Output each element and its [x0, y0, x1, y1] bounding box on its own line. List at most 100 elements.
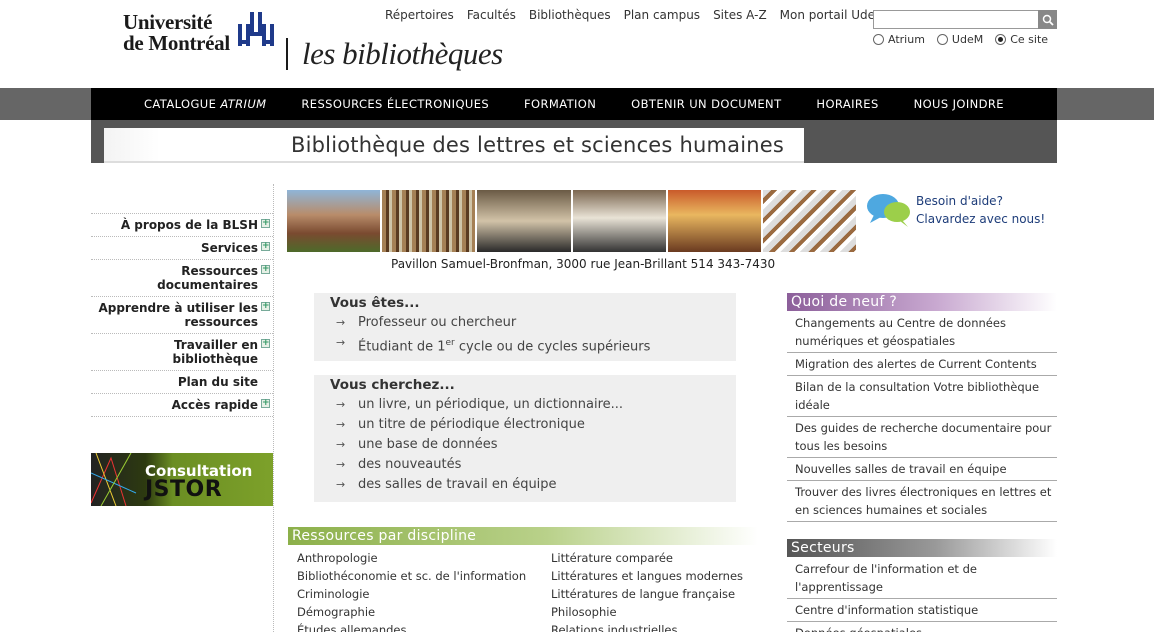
link-salles[interactable]: des salles de travail en équipe [330, 475, 736, 495]
sidebar-item-ressources[interactable]: Ressources documentaires + [91, 260, 273, 297]
nav-catalogue-atrium: ATRIUM [220, 97, 267, 111]
sidebar-item-plan-site[interactable]: Plan du site [91, 371, 273, 394]
help-line1[interactable]: Besoin d'aide? [916, 192, 1045, 210]
radio-icon [873, 34, 884, 45]
news-list: Changements au Centre de données numériq… [787, 312, 1057, 522]
sidebar-item-label: Plan du site [177, 375, 258, 389]
discipline-link[interactable]: Démographie [297, 603, 526, 621]
nav-horaires[interactable]: HORAIRES [816, 97, 878, 111]
etudiant-sup: er [445, 338, 455, 348]
photo-stacks [382, 190, 476, 252]
secteur-item[interactable]: Carrefour de l'information et de l'appre… [787, 558, 1057, 599]
page-title: Bibliothèque des lettres et sciences hum… [291, 133, 784, 157]
radio-icon [936, 34, 948, 45]
discipline-link[interactable]: Bibliothéconomie et sc. de l'information [297, 567, 526, 585]
logo-line2: de Montréal [123, 31, 230, 55]
news-item[interactable]: Changements au Centre de données numériq… [787, 312, 1057, 353]
sidebar-item-apprendre[interactable]: Apprendre à utiliser les ressources + [91, 297, 273, 334]
expand-icon[interactable]: + [261, 302, 270, 311]
jstor-decoration-icon [91, 453, 137, 506]
link-etudiant[interactable]: Étudiant de 1er cycle ou de cycles supér… [330, 333, 736, 357]
secteur-item[interactable]: Centre d'information statistique [787, 599, 1057, 622]
discipline-link[interactable]: Anthropologie [297, 549, 526, 567]
news-item[interactable]: Trouver des livres électroniques en lett… [787, 481, 1057, 522]
sidebar-item-label: Accès rapide [171, 398, 258, 412]
sidebar-item-acces-rapide[interactable]: Accès rapide + [91, 394, 273, 417]
help-line2[interactable]: Clavardez avec nous! [916, 210, 1045, 228]
nav-nous-joindre[interactable]: NOUS JOINDRE [914, 97, 1004, 111]
scope-udem[interactable]: UdeM [936, 33, 983, 46]
column-divider [273, 184, 274, 632]
news-item[interactable]: Migration des alertes de Current Content… [787, 353, 1057, 376]
nav-formation[interactable]: FORMATION [524, 97, 596, 111]
photo-student [477, 190, 571, 252]
toplink-bibliotheques[interactable]: Bibliothèques [529, 8, 611, 22]
toplink-repertoires[interactable]: Répertoires [385, 8, 454, 22]
link-professeur[interactable]: Professeur ou chercheur [330, 313, 736, 333]
search-scope: Atrium UdeM Ce site [873, 33, 1048, 46]
news-item[interactable]: Des guides de recherche documentaire pou… [787, 417, 1057, 458]
sidebar-item-label: Services [200, 241, 258, 255]
toplink-mon-portail[interactable]: Mon portail UdeM [780, 8, 886, 22]
main-nav: CATALOGUE ATRIUM RESSOURCES ÉLECTRONIQUE… [91, 88, 1057, 120]
photo-caption: Pavillon Samuel-Bronfman, 3000 rue Jean-… [391, 257, 776, 271]
expand-icon[interactable]: + [261, 399, 270, 408]
toplink-facultes[interactable]: Facultés [467, 8, 516, 22]
etudiant-suffix: cycle ou de cycles supérieurs [454, 339, 651, 355]
search-button[interactable] [1038, 10, 1057, 29]
scope-atrium-label: Atrium [888, 33, 925, 46]
expand-icon[interactable]: + [261, 219, 270, 228]
discipline-link[interactable]: Littérature comparée [551, 549, 743, 567]
scope-ce-site[interactable]: Ce site [995, 33, 1048, 46]
etudiant-prefix: Étudiant de 1 [358, 339, 446, 355]
nav-catalogue[interactable]: CATALOGUE ATRIUM [144, 97, 267, 111]
discipline-link[interactable]: Relations industrielles [551, 621, 743, 632]
chat-bubbles-icon [867, 194, 910, 227]
news-item[interactable]: Bilan de la consultation Votre bibliothè… [787, 376, 1057, 417]
link-nouveautes[interactable]: des nouveautés [330, 455, 736, 475]
sidebar-item-label: Apprendre à utiliser les ressources [98, 301, 258, 329]
nav-catalogue-prefix: CATALOGUE [144, 97, 221, 111]
sidebar-item-services[interactable]: Services + [91, 237, 273, 260]
news-heading: Quoi de neuf ? [787, 293, 1057, 311]
news-item[interactable]: Nouvelles salles de travail en équipe [787, 458, 1057, 481]
jstor-line2: JSTOR [145, 477, 223, 502]
sidebar-item-label: Ressources documentaires [157, 264, 258, 292]
secteurs-heading: Secteurs [787, 539, 1057, 557]
sidebar-item-travailler[interactable]: Travailler en bibliothèque + [91, 334, 273, 371]
disciplines-col2: Littérature comparée Littératures et lan… [551, 549, 743, 632]
sidebar-item-a-propos[interactable]: À propos de la BLSH + [91, 213, 273, 237]
udem-logo-icon [238, 12, 274, 46]
discipline-link[interactable]: Études allemandes [297, 621, 526, 632]
photo-atrium [762, 190, 857, 252]
scope-atrium[interactable]: Atrium [873, 33, 925, 46]
photo-strip [287, 190, 857, 252]
logo-separator [286, 38, 288, 70]
search-input[interactable] [873, 10, 1057, 29]
expand-icon[interactable]: + [261, 242, 270, 251]
discipline-link[interactable]: Philosophie [551, 603, 743, 621]
expand-icon[interactable]: + [261, 265, 270, 274]
secteur-item[interactable]: Données géospatiales [787, 622, 1057, 632]
expand-icon[interactable]: + [261, 339, 270, 348]
vous-etes-box: Vous êtes... Professeur ou chercheur Étu… [314, 293, 736, 361]
photo-building [287, 190, 381, 252]
left-sidebar: À propos de la BLSH + Services + Ressource… [91, 213, 273, 417]
toplink-plan-campus[interactable]: Plan campus [624, 8, 700, 22]
jstor-banner[interactable]: Consultation JSTOR [91, 453, 273, 506]
secteurs-list: Carrefour de l'information et de l'appre… [787, 558, 1057, 632]
link-base-donnees[interactable]: une base de données [330, 435, 736, 455]
discipline-link[interactable]: Littératures de langue française [551, 585, 743, 603]
udem-logo-text[interactable]: Université de Montréal [123, 12, 230, 54]
link-livre[interactable]: un livre, un périodique, un dictionnaire… [330, 395, 736, 415]
bibliotheques-logo[interactable]: les bibliothèques [302, 36, 503, 72]
vous-etes-title: Vous êtes... [330, 295, 420, 311]
toplink-sites-az[interactable]: Sites A-Z [713, 8, 767, 22]
discipline-link[interactable]: Criminologie [297, 585, 526, 603]
photo-group [572, 190, 666, 252]
nav-ressources[interactable]: RESSOURCES ÉLECTRONIQUES [301, 97, 489, 111]
discipline-link[interactable]: Littératures et langues modernes [551, 567, 743, 585]
nav-obtenir[interactable]: OBTENIR UN DOCUMENT [631, 97, 781, 111]
search-icon [1042, 14, 1054, 26]
link-periodique[interactable]: un titre de périodique électronique [330, 415, 736, 435]
